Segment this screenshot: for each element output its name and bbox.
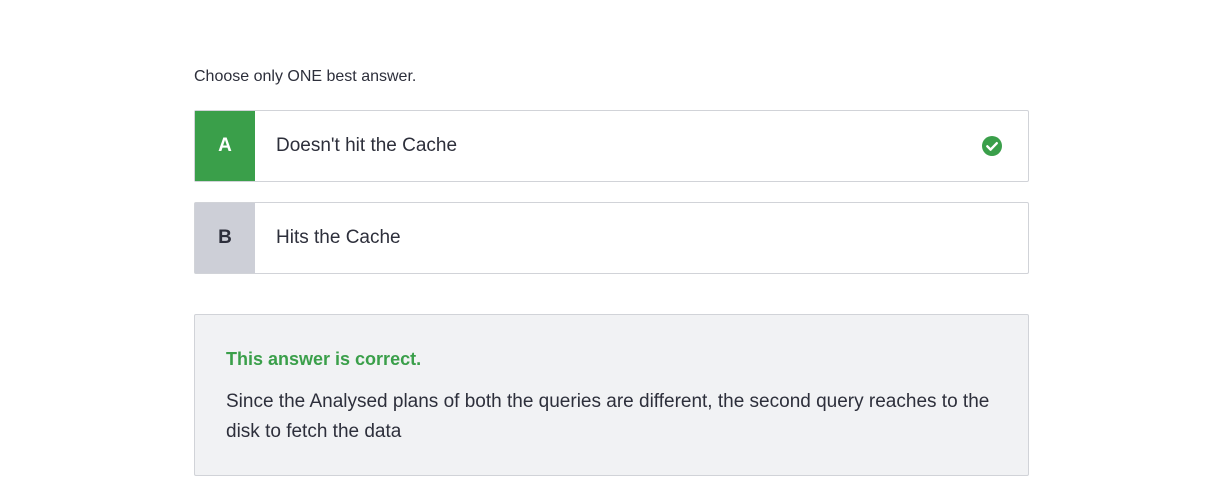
- option-text-b: Hits the Cache: [276, 227, 401, 248]
- answer-feedback-panel: This answer is correct. Since the Analys…: [194, 314, 1029, 476]
- check-circle-icon: [982, 136, 1002, 156]
- feedback-title: This answer is correct.: [226, 349, 422, 369]
- feedback-explanation: Since the Analysed plans of both the que…: [226, 391, 990, 442]
- option-letter-a: A: [195, 111, 255, 181]
- question-instruction: Choose only ONE best answer.: [194, 68, 417, 85]
- option-text-a: Doesn't hit the Cache: [276, 135, 458, 156]
- answer-option-b[interactable]: B Hits the Cache: [194, 202, 1029, 274]
- answer-option-a[interactable]: A Doesn't hit the Cache: [194, 110, 1029, 182]
- option-letter-b: B: [195, 203, 255, 273]
